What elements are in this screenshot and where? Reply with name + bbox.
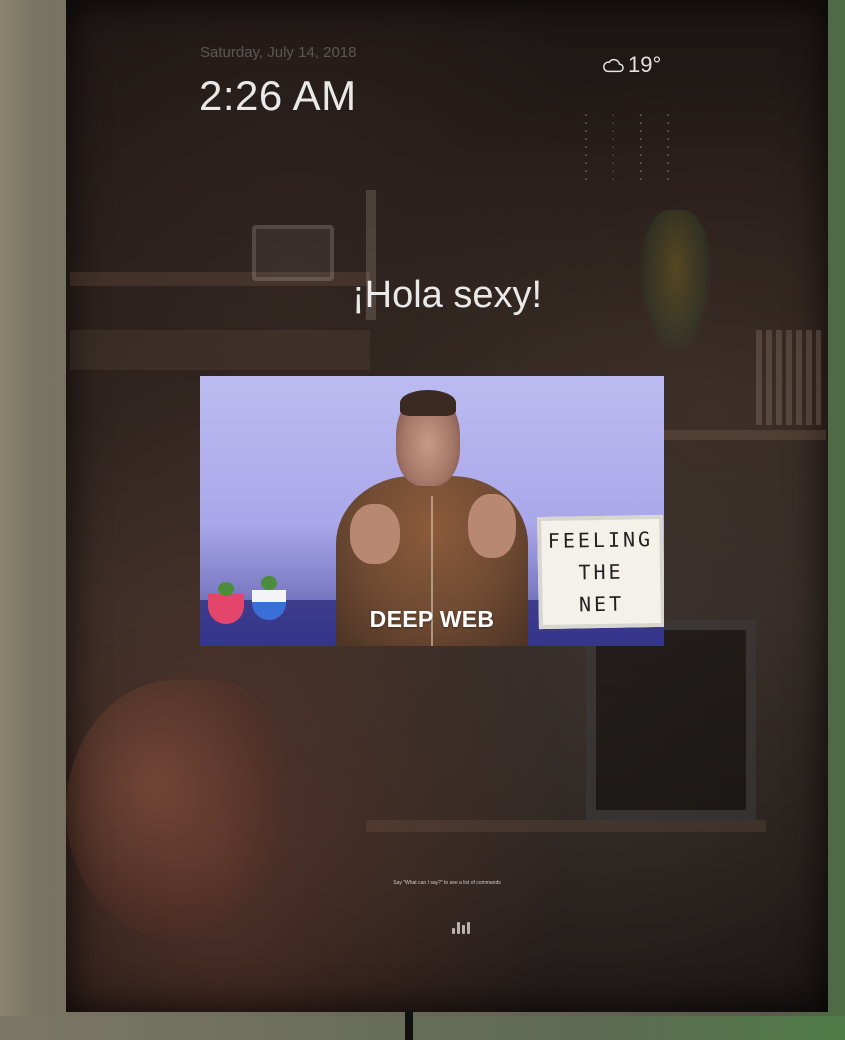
- smart-mirror-screen: Saturday, July 14, 2018 2:26 AM 19° ▪ ▫ ▪ ▪…: [66, 0, 828, 1012]
- voice-command-hint: Say "What can I say?" to see a list of c…: [393, 880, 501, 886]
- reflection-arm: [66, 680, 286, 940]
- video-person-hand: [350, 504, 400, 564]
- temperature: 19°: [628, 52, 662, 77]
- forecast-header: [572, 82, 682, 112]
- lightbox-line: THE: [578, 559, 624, 585]
- cloud-icon: [603, 58, 624, 73]
- current-weather: 19°: [602, 52, 661, 78]
- forecast-row: ▪ ▫ ▪ ▪: [584, 169, 670, 175]
- reflection-small-screen: [252, 225, 334, 281]
- video-caption: DEEP WEB: [369, 606, 495, 632]
- forecast-row: ▪ ▫ ▪ ▪: [584, 121, 670, 127]
- video-plant: [218, 582, 234, 596]
- forecast-row: ▪ ▫ ▪ ▪: [584, 113, 670, 119]
- wall-bottom: [0, 1016, 845, 1040]
- lightbox-line: FEELING: [547, 527, 654, 553]
- greeting-message: ¡Hola sexy!: [351, 274, 543, 316]
- video-plant: [261, 576, 277, 590]
- forecast-row: ▪ ▫ ▪ ▪: [584, 177, 670, 183]
- forecast-row: ▪ ▫ ▪ ▪: [584, 137, 670, 143]
- reflection-shelf: [70, 330, 370, 370]
- forecast-row: ▪ ▫ ▪ ▪: [584, 129, 670, 135]
- video-player[interactable]: FEELING THE NET DEEP WEB: [200, 376, 664, 646]
- forecast-row: ▪ ▫ ▪ ▪: [584, 145, 670, 151]
- video-person-hand: [468, 494, 516, 558]
- reflection-books: [756, 330, 821, 425]
- reflection-desk: [366, 820, 766, 832]
- clock-date: Saturday, July 14, 2018: [200, 44, 357, 61]
- reflection-shelf: [656, 430, 826, 440]
- forecast-row: ▪ ▫ ▪ ▪: [584, 153, 670, 159]
- video-person-hair: [400, 390, 456, 416]
- forecast-row: ▪ ▫ ▪ ▪: [584, 161, 670, 167]
- clock-time: 2:26 AM: [199, 72, 357, 119]
- reflection-monitor: [586, 620, 756, 820]
- power-cable: [405, 1010, 413, 1040]
- weather-forecast: ▪ ▫ ▪ ▪ ▪ ▫ ▪ ▪ ▪ ▫ ▪ ▪ ▪ ▫ ▪ ▪ ▪ ▫ ▪ ▪ ▪ ▫ ▪ ▪ ▪ ▫ ▪ ▪ ▪ ▫ ▪ ▪ …: [572, 82, 682, 184]
- microphone-icon: [452, 920, 470, 934]
